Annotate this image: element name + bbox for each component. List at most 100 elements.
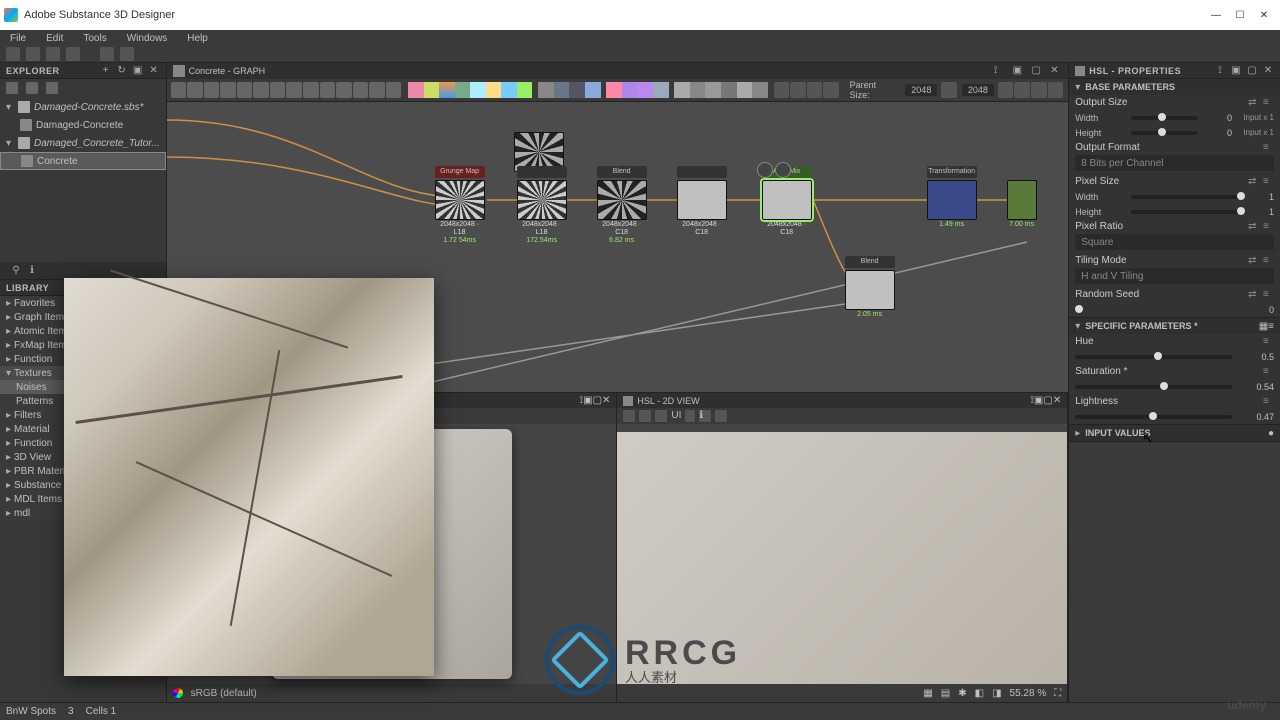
grid-d-icon[interactable]: ◧ (975, 688, 984, 699)
colorspace-label[interactable]: sRGB (default) (191, 688, 257, 699)
frame-b-icon[interactable] (369, 82, 385, 98)
view2d-body[interactable] (617, 424, 1067, 684)
pin-panel-icon[interactable]: ⟟ (994, 65, 1006, 77)
open-icon[interactable] (26, 47, 40, 61)
width-slider[interactable] (1131, 116, 1198, 120)
menu-help[interactable]: Help (177, 33, 218, 44)
node-blend[interactable]: Blend 2048x2048 · C18 6.82 ms (597, 180, 647, 245)
palette-8[interactable] (517, 82, 533, 98)
reference-image[interactable] (64, 278, 434, 676)
section-menu-icon[interactable]: ≡ (1268, 321, 1274, 332)
node-transform[interactable]: Transformation 1.49 ms (927, 180, 977, 229)
grid-a-icon[interactable]: ▦ (923, 688, 932, 699)
view2d-ui-label[interactable]: UI (671, 410, 681, 422)
menu-tools[interactable]: Tools (73, 33, 116, 44)
output-format-dropdown[interactable]: 8 Bits per Channel (1075, 155, 1274, 171)
explorer-refresh-icon[interactable]: ↻ (116, 65, 128, 77)
palette-15[interactable] (637, 82, 653, 98)
output-pin-b-icon[interactable] (775, 162, 791, 178)
link-size-icon[interactable] (941, 82, 957, 98)
height-value[interactable]: 0 (1204, 128, 1232, 138)
tiling-dropdown[interactable]: H and V Tiling (1075, 268, 1274, 284)
hue-value[interactable]: 0.5 (1238, 352, 1274, 362)
section-grid-icon[interactable]: ▦ (1259, 321, 1268, 332)
undo-icon[interactable] (100, 47, 114, 61)
palette-5[interactable] (470, 82, 486, 98)
pin-icon[interactable]: ⚲ (10, 265, 22, 277)
palette-2[interactable] (424, 82, 440, 98)
mask-icon[interactable] (253, 82, 269, 98)
close-button[interactable]: ✕ (1252, 5, 1276, 25)
max-panel-icon[interactable]: ▢ (1246, 65, 1258, 77)
node-grey-a[interactable]: 2048x2048 · C18 (677, 180, 727, 236)
saturation-value[interactable]: 0.54 (1238, 382, 1274, 392)
palette-9[interactable] (538, 82, 554, 98)
link-a-icon[interactable]: ⇄ (1248, 97, 1259, 108)
view2d-tool-c-icon[interactable] (655, 410, 667, 422)
palette-13[interactable] (606, 82, 622, 98)
saturation-slider[interactable] (1075, 385, 1232, 389)
fullscreen-icon[interactable]: ⛶ (1054, 688, 1061, 699)
explorer-add-icon[interactable]: + (100, 65, 112, 77)
view2d-info-icon[interactable]: ℹ (699, 410, 711, 422)
info-node-icon[interactable] (220, 82, 236, 98)
save-icon[interactable] (46, 47, 60, 61)
new-icon[interactable] (6, 47, 20, 61)
save-all-icon[interactable] (66, 47, 80, 61)
view2d-tool-b-icon[interactable] (639, 410, 651, 422)
grid-b-icon[interactable]: ▤ (941, 688, 950, 699)
palette-14[interactable] (622, 82, 638, 98)
tree-arrow-icon[interactable]: ▾ (6, 138, 14, 149)
link-a-icon[interactable]: ⇄ (1248, 221, 1259, 232)
palette-7[interactable] (501, 82, 517, 98)
close-panel-icon[interactable]: ✕ (602, 395, 610, 406)
section-dot-icon[interactable]: ● (1268, 428, 1274, 439)
menu-icon[interactable]: ≡ (1263, 366, 1274, 377)
cursor-icon[interactable] (823, 82, 839, 98)
close-panel-icon[interactable]: ✕ (1262, 65, 1274, 77)
menu-windows[interactable]: Windows (117, 33, 178, 44)
output-pin-a-icon[interactable] (757, 162, 773, 178)
view2d-tool-a-icon[interactable] (623, 410, 635, 422)
dup-panel-icon[interactable]: ▣ (1013, 65, 1025, 77)
pixel-ratio-dropdown[interactable]: Square (1075, 234, 1274, 250)
palette-1[interactable] (408, 82, 424, 98)
max-panel-icon[interactable]: ▢ (1043, 395, 1052, 406)
dup-panel-icon[interactable]: ▣ (1034, 395, 1043, 406)
grid-a-icon[interactable] (270, 82, 286, 98)
palette-21[interactable] (737, 82, 753, 98)
snapshot-icon[interactable] (204, 82, 220, 98)
section-input-header[interactable]: ▸ INPUT VALUES ● (1069, 425, 1280, 441)
seed-value[interactable]: 0 (1246, 305, 1274, 315)
info-icon[interactable]: ℹ (26, 265, 38, 277)
explorer-collapse-icon[interactable]: ▣ (132, 65, 144, 77)
maximize-button[interactable]: ☐ (1228, 5, 1252, 25)
grid-c-icon[interactable] (303, 82, 319, 98)
menu-icon[interactable]: ≡ (1263, 396, 1274, 407)
menu-edit[interactable]: Edit (36, 33, 73, 44)
close-panel-icon[interactable]: ✕ (1053, 395, 1061, 406)
grid-b-icon[interactable] (286, 82, 302, 98)
explorer-tool-b-icon[interactable] (26, 82, 38, 94)
ps-height-slider[interactable] (1131, 210, 1240, 214)
seed-knob[interactable] (1075, 308, 1083, 312)
dup-panel-icon[interactable]: ▣ (583, 395, 592, 406)
node-grunge[interactable]: Grunge Map 002 2048x2048 · L18 1.72 54ms (435, 180, 485, 245)
node-noise-a[interactable]: 2048x2048 · L18 172.54ms (517, 180, 567, 245)
max-panel-icon[interactable]: ▢ (1031, 65, 1043, 77)
node-automix[interactable]: Auto Mix 2048x2048 · C18 (762, 180, 812, 236)
section-base-header[interactable]: ▾ BASE PARAMETERS (1069, 79, 1280, 95)
grid-c-icon[interactable]: ✱ (958, 688, 966, 699)
zoom-icon[interactable] (187, 82, 203, 98)
group-icon[interactable] (336, 82, 352, 98)
redo-icon[interactable] (120, 47, 134, 61)
section-specific-header[interactable]: ▾ SPECIFIC PARAMETERS * ▦ ≡ (1069, 318, 1280, 334)
dot-a-icon[interactable] (774, 82, 790, 98)
ps-width-slider[interactable] (1131, 195, 1240, 199)
pin-panel-icon[interactable]: ⟟ (1214, 65, 1226, 77)
ps-width-value[interactable]: 1 (1246, 192, 1274, 202)
view2d-histogram-icon[interactable] (715, 410, 727, 422)
tree-graph-concrete[interactable]: Concrete (0, 152, 166, 170)
link-a-icon[interactable]: ⇄ (1248, 176, 1259, 187)
palette-3[interactable] (439, 82, 455, 98)
